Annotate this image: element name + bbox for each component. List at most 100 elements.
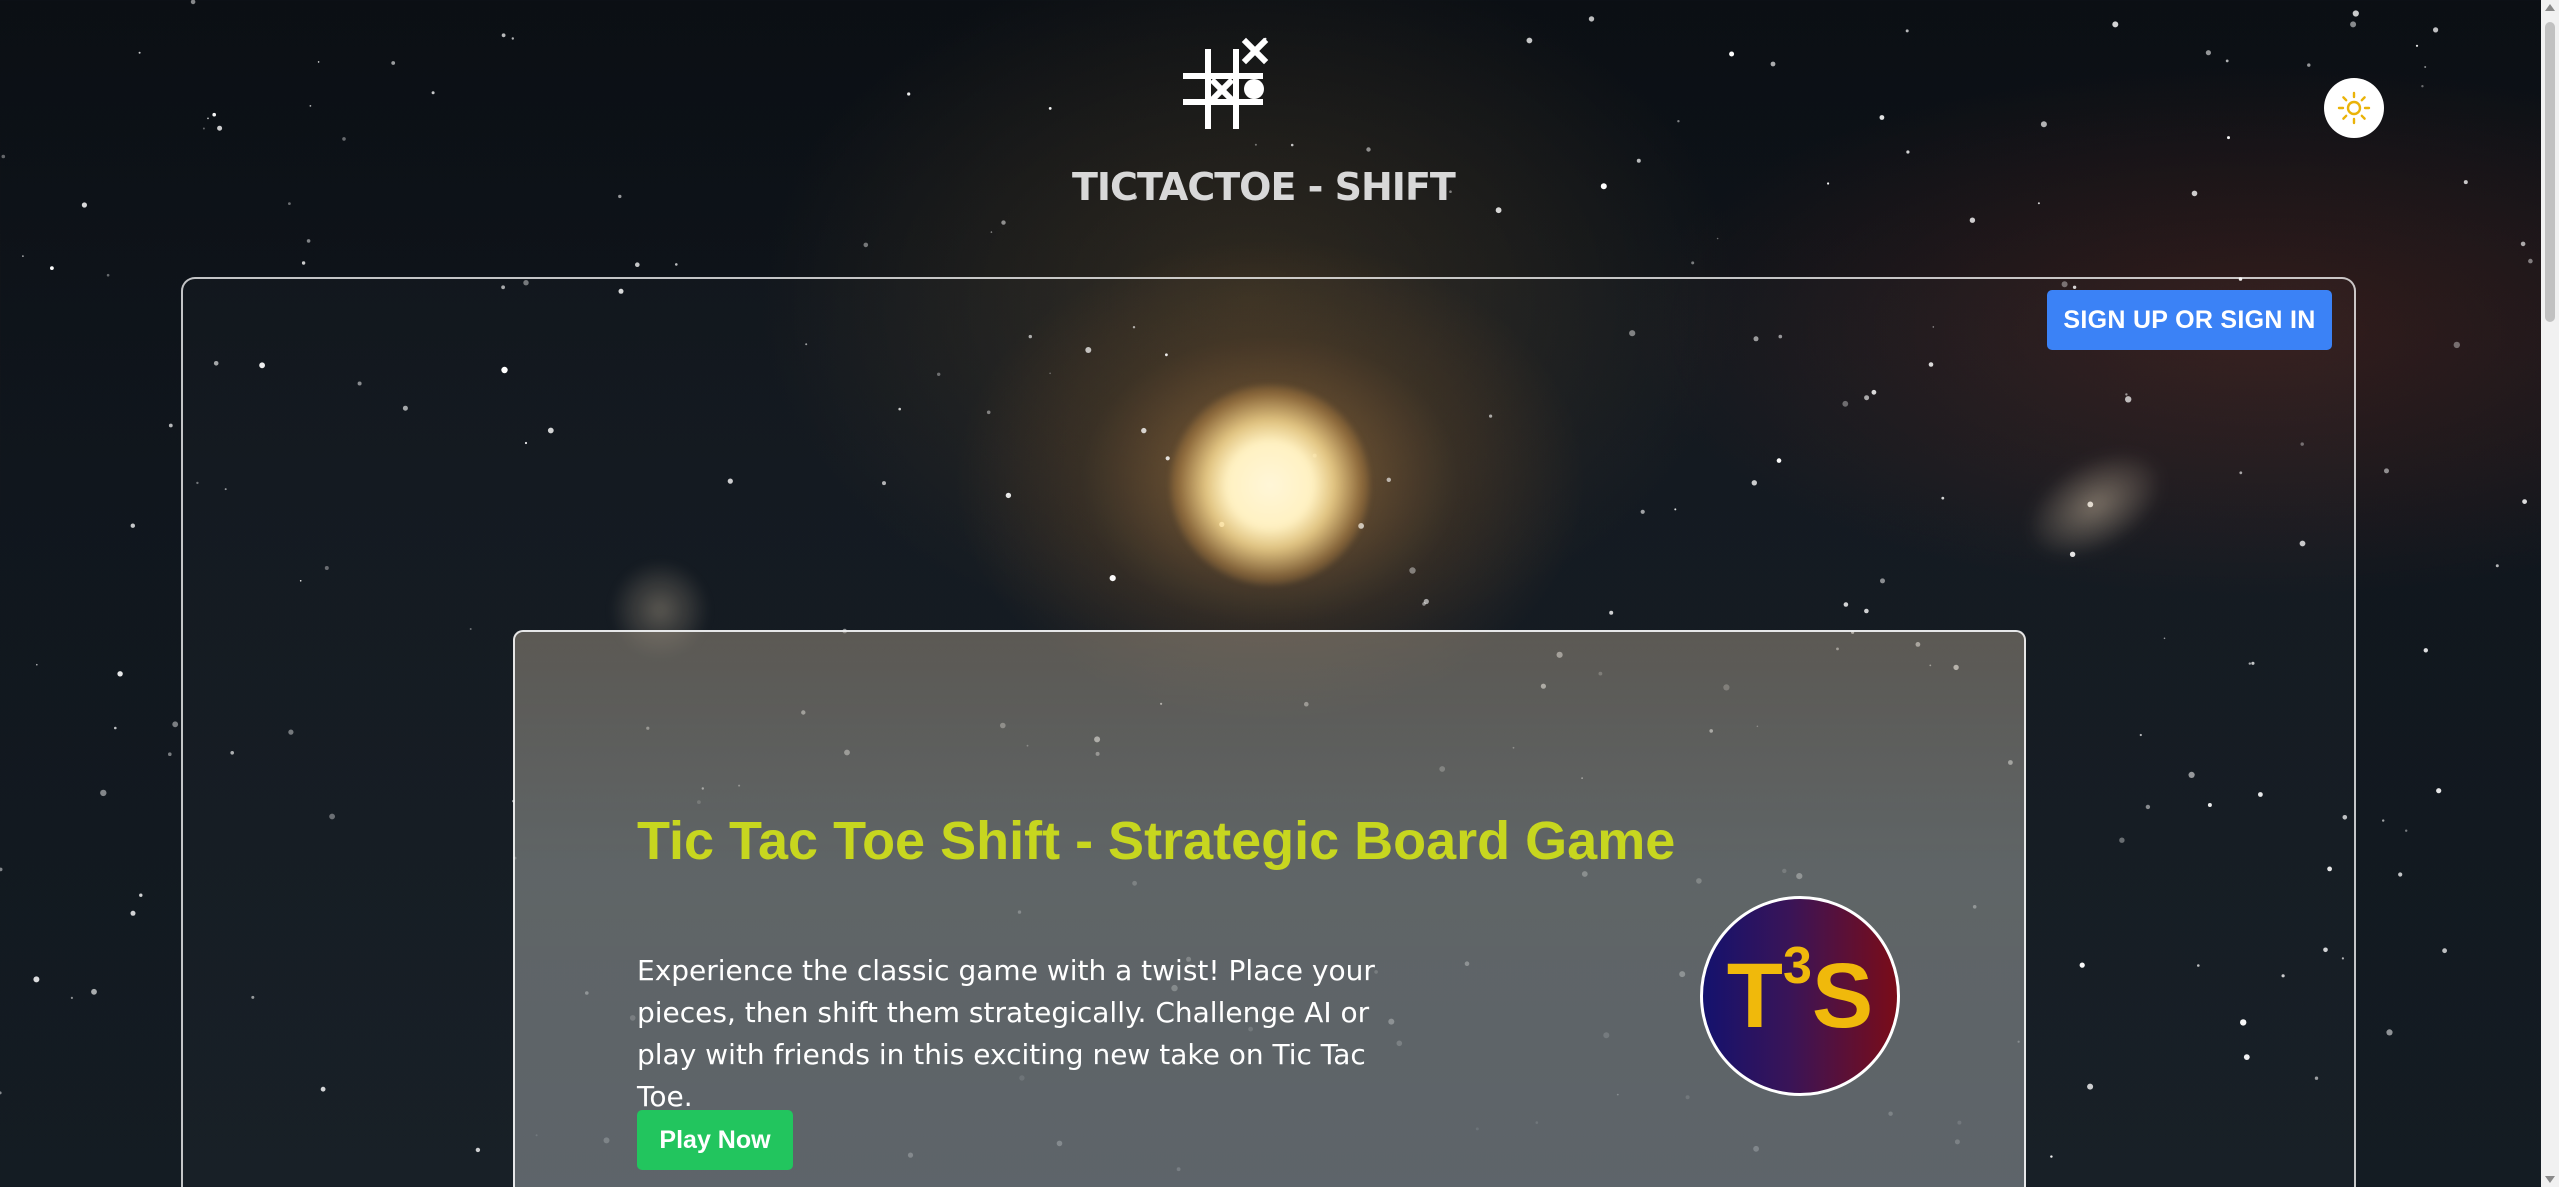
star xyxy=(1969,217,1976,223)
star xyxy=(618,194,622,199)
star xyxy=(1,154,6,159)
star xyxy=(2037,202,2040,205)
badge-letter-s: S xyxy=(1811,945,1874,1047)
t3s-logo-badge: T3S xyxy=(1700,896,1900,1096)
star xyxy=(907,92,911,96)
star xyxy=(1600,183,1607,190)
star xyxy=(130,523,135,528)
star xyxy=(2112,21,2119,28)
star xyxy=(2463,180,2468,185)
star xyxy=(635,262,640,268)
star xyxy=(2415,44,2419,47)
star xyxy=(2307,63,2311,67)
star xyxy=(2405,829,2408,832)
scroll-thumb[interactable] xyxy=(2545,22,2555,322)
scroll-up-arrow-icon[interactable] xyxy=(2545,4,2555,11)
star xyxy=(288,202,291,206)
star xyxy=(2386,1029,2393,1036)
star xyxy=(2205,50,2211,56)
star xyxy=(1729,51,1735,57)
star xyxy=(106,273,110,277)
theme-toggle-button[interactable] xyxy=(2324,78,2384,138)
star xyxy=(1588,16,1595,22)
star xyxy=(114,726,117,730)
star xyxy=(990,231,993,233)
star xyxy=(70,996,73,1000)
hero-description: Experience the classic game with a twist… xyxy=(637,954,1375,1113)
star xyxy=(2433,27,2439,33)
play-now-button[interactable]: Play Now xyxy=(637,1110,793,1170)
star xyxy=(139,893,143,897)
star xyxy=(301,261,306,265)
star xyxy=(2191,190,2198,197)
sun-glow xyxy=(1170,385,1370,585)
signin-button[interactable]: SIGN UP OR SIGN IN xyxy=(2047,290,2332,350)
star xyxy=(342,137,346,141)
star xyxy=(0,1091,2,1095)
star xyxy=(1526,37,1533,44)
star xyxy=(22,255,24,257)
star xyxy=(2398,872,2403,877)
star xyxy=(207,117,209,120)
star xyxy=(2382,819,2385,822)
scroll-down-arrow-icon[interactable] xyxy=(2545,1176,2555,1183)
star xyxy=(1495,207,1502,214)
tictactoe-grid-icon xyxy=(1183,37,1269,129)
star xyxy=(217,125,223,131)
hero-title: Tic Tac Toe Shift - Strategic Board Game xyxy=(637,811,1676,871)
star xyxy=(1716,237,1719,240)
star xyxy=(138,51,141,54)
star xyxy=(50,266,54,270)
star xyxy=(2436,788,2442,794)
star xyxy=(1879,115,1885,120)
star xyxy=(172,721,179,728)
star xyxy=(309,105,312,107)
star xyxy=(33,976,40,983)
star xyxy=(431,91,435,95)
star xyxy=(81,202,87,208)
star xyxy=(212,112,216,117)
star xyxy=(1048,107,1052,110)
star xyxy=(1001,220,1006,225)
star xyxy=(1636,158,1641,163)
star xyxy=(2442,948,2448,954)
badge-superscript: 3 xyxy=(1782,937,1812,995)
star xyxy=(501,33,506,38)
star xyxy=(391,61,396,65)
star xyxy=(190,0,196,5)
star xyxy=(2350,21,2357,28)
star xyxy=(2495,564,2499,568)
star xyxy=(2424,66,2427,68)
badge-letter-t: T xyxy=(1726,945,1783,1047)
star xyxy=(130,910,136,916)
star xyxy=(1906,150,1910,154)
star xyxy=(306,239,311,243)
star xyxy=(2522,499,2528,504)
star xyxy=(2423,648,2428,653)
vertical-scrollbar[interactable] xyxy=(2541,0,2559,1187)
star xyxy=(36,663,38,666)
star xyxy=(2225,59,2229,63)
star xyxy=(317,61,320,63)
star xyxy=(1827,182,1830,185)
hero-card: Tic Tac Toe Shift - Strategic Board Game… xyxy=(513,630,2026,1187)
star xyxy=(2352,10,2359,17)
star xyxy=(1677,120,1680,123)
star xyxy=(1691,261,1695,265)
star xyxy=(117,671,123,677)
star xyxy=(863,242,869,248)
star xyxy=(100,789,107,797)
star xyxy=(0,867,3,872)
logo-text: TICTACTOE - SHIFT xyxy=(1072,165,1456,209)
star xyxy=(2528,258,2533,264)
star xyxy=(511,37,514,40)
star xyxy=(2384,468,2389,474)
star xyxy=(168,752,172,756)
star xyxy=(2227,136,2230,140)
site-logo[interactable]: TICTACTOE - SHIFT xyxy=(1060,30,1456,209)
star xyxy=(675,263,678,266)
star xyxy=(2040,121,2047,128)
star xyxy=(1905,29,1909,33)
star xyxy=(1770,61,1776,67)
star xyxy=(2520,241,2526,247)
